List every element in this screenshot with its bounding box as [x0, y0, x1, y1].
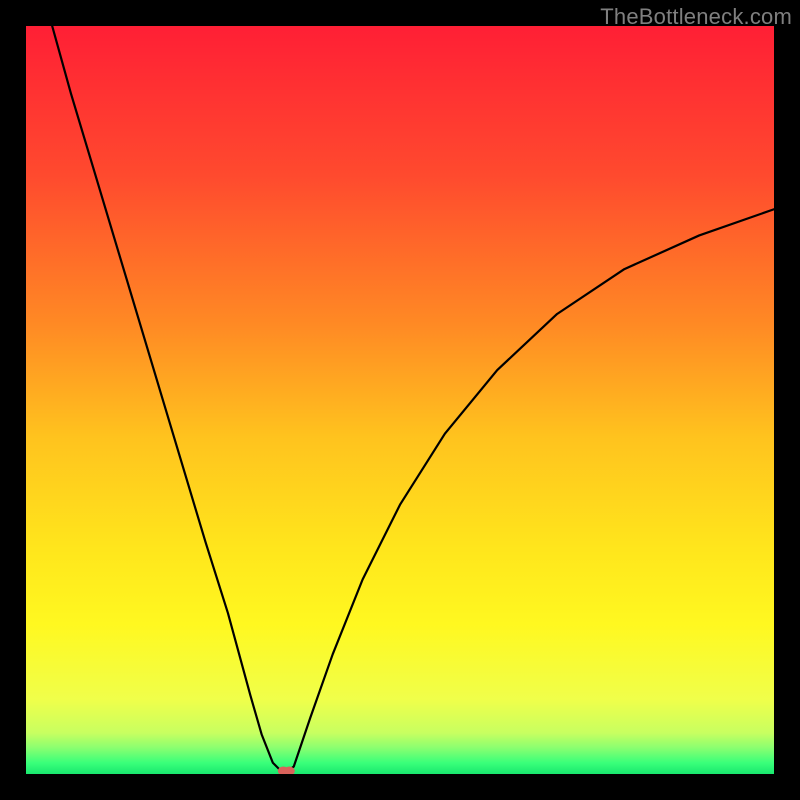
watermark-label: TheBottleneck.com — [600, 4, 792, 30]
marker-group — [278, 767, 295, 774]
chart-background — [26, 26, 774, 774]
chart-frame — [26, 26, 774, 774]
bottleneck-chart — [26, 26, 774, 774]
